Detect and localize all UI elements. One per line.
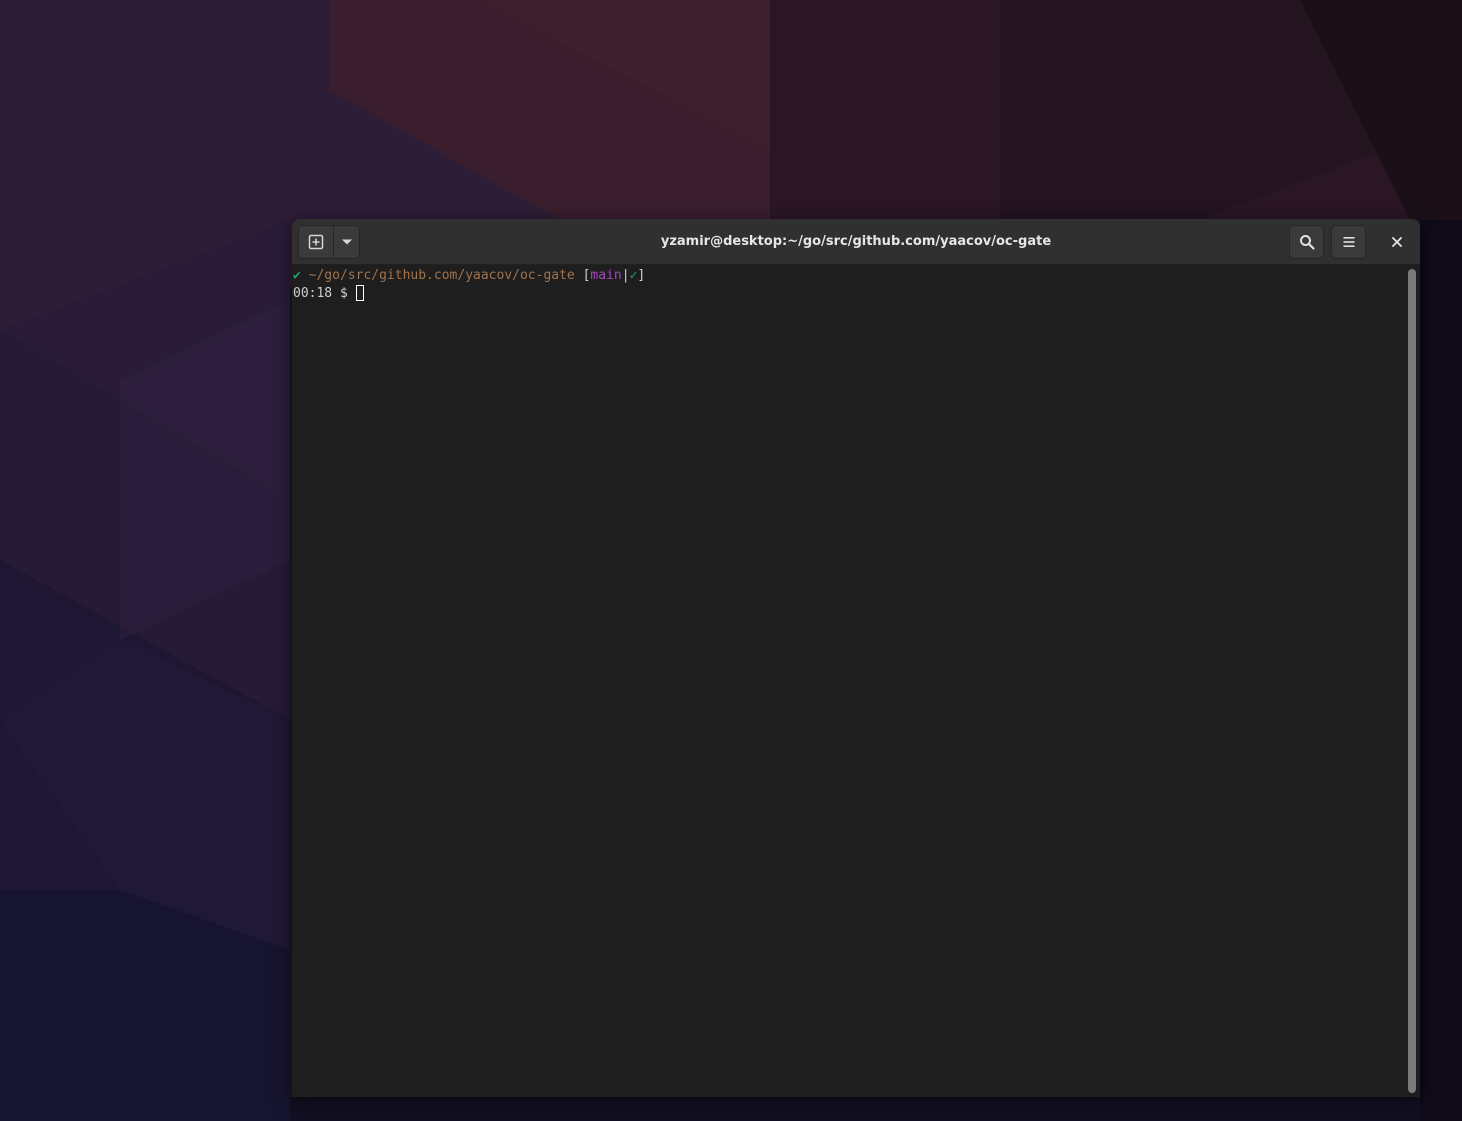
text-cursor[interactable] <box>355 285 364 301</box>
new-tab-button[interactable] <box>299 226 334 258</box>
chevron-down-icon <box>341 239 352 245</box>
git-separator: | <box>621 268 630 283</box>
header-bar: yzamir@desktop:~/go/src/github.com/yaaco… <box>292 219 1420 265</box>
search-icon <box>1299 235 1315 250</box>
input-line: 00:18 $ <box>293 285 364 303</box>
close-icon <box>1392 237 1402 247</box>
git-branch: main <box>590 268 622 283</box>
scrollbar[interactable] <box>1404 266 1420 1097</box>
search-button[interactable] <box>1289 225 1324 259</box>
new-tab-icon <box>308 234 324 250</box>
close-button[interactable] <box>1385 230 1409 254</box>
scrollbar-thumb[interactable] <box>1408 269 1416 1093</box>
terminal-window: yzamir@desktop:~/go/src/github.com/yaaco… <box>292 219 1420 1097</box>
window-title: yzamir@desktop:~/go/src/github.com/yaaco… <box>660 234 1052 249</box>
hamburger-icon <box>1343 237 1354 247</box>
git-bracket-close: ] <box>637 268 646 283</box>
main-menu-button[interactable] <box>1331 225 1366 259</box>
prompt-path: ~/go/src/github.com/yaacov/oc-gate <box>308 268 575 283</box>
status-check-mark: ✔ <box>293 268 301 283</box>
terminal-output[interactable]: ✔ ~/go/src/github.com/yaacov/oc-gate [ma… <box>292 266 1404 1097</box>
new-tab-button-group <box>298 225 360 259</box>
new-tab-menu-button[interactable] <box>334 226 359 258</box>
prompt-time: 00:18 <box>293 286 333 301</box>
prompt-symbol: $ <box>339 286 348 301</box>
prompt-line: ✔ ~/go/src/github.com/yaacov/oc-gate [ma… <box>293 267 645 285</box>
